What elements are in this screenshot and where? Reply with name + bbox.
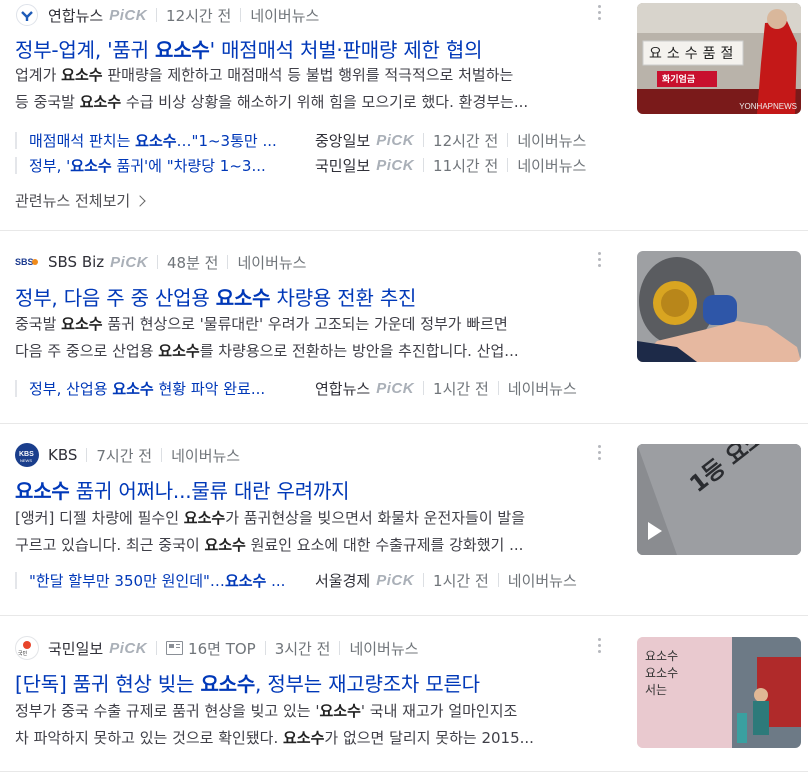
thumb-sign-text-2: 화기엄금 (662, 75, 696, 85)
divider (0, 423, 808, 424)
related-press-name[interactable]: 연합뉴스 (315, 378, 370, 399)
naver-news-link[interactable]: 네이버뉴스 (517, 130, 586, 151)
press-name[interactable]: SBS Biz (48, 253, 104, 271)
related-news-title[interactable]: 매점매석 판치는 요소수…"1~3통만 ... (29, 130, 301, 151)
press-logo-kmib[interactable]: 국민 (15, 636, 39, 660)
article-meta: 연합뉴스 PiCK 12시간 전 네이버뉴스 (15, 4, 319, 26)
related-news-title[interactable]: 정부, '요소수 품귀'에 "차량당 1~3... (29, 155, 301, 176)
article-time: 3시간 전 (274, 639, 331, 658)
related-time: 11시간 전 (433, 156, 499, 175)
svg-text:국민: 국민 (18, 650, 28, 657)
related-time: 1시간 전 (433, 571, 489, 590)
related-news-title[interactable]: "한달 할부만 350만 원인데"…요소수 ... (29, 570, 301, 591)
pick-badge: PiCK (376, 379, 415, 397)
related-news-title[interactable]: 정부, 산업용 요소수 현황 파악 완료... (29, 378, 301, 399)
article-thumbnail[interactable]: 1등 요소수 (637, 444, 801, 555)
related-press-name[interactable]: 중앙일보 (315, 130, 370, 151)
pick-badge: PiCK (109, 6, 148, 24)
naver-news-link[interactable]: 네이버뉴스 (349, 638, 418, 659)
divider (0, 771, 808, 772)
related-news-all-label: 관련뉴스 전체보기 (15, 192, 131, 210)
related-news-item[interactable]: "한달 할부만 350만 원인데"…요소수 ... 서울경제 PiCK 1시간 … (15, 567, 603, 593)
press-name[interactable]: 연합뉴스 (48, 5, 103, 26)
article-title[interactable]: 정부, 다음 주 중 산업용 요소수 차량용 전환 추진 (15, 282, 615, 311)
paper-position: 16면 TOP (188, 639, 256, 658)
pick-badge: PiCK (376, 571, 415, 589)
article-description[interactable]: 정부가 중국 수출 규제로 품귀 현상을 빚고 있는 '요소수' 국내 재고가 … (15, 698, 601, 752)
svg-text:KBS: KBS (19, 451, 34, 458)
related-news-all-link[interactable]: 관련뉴스 전체보기 (15, 190, 146, 211)
more-options-icon[interactable] (598, 445, 602, 460)
press-logo-yonhap[interactable] (15, 3, 39, 27)
article-description[interactable]: 업계가 요소수 판매량을 제한하고 매점매석 등 불법 행위를 적극적으로 처벌… (15, 62, 601, 116)
article-title[interactable]: 요소수 품귀 어쩌나...물류 대란 우려까지 (15, 475, 615, 504)
newspaper-icon (166, 641, 184, 655)
naver-news-link[interactable]: 네이버뉴스 (250, 5, 319, 26)
article-thumbnail[interactable] (637, 251, 801, 362)
related-news-item[interactable]: 정부, 산업용 요소수 현황 파악 완료... 연합뉴스 PiCK 1시간 전 … (15, 375, 603, 401)
thumb-text: 요소수 요소수 서는 (645, 649, 679, 697)
pick-badge: PiCK (109, 639, 148, 657)
more-options-icon[interactable] (598, 252, 602, 267)
naver-news-link[interactable]: 네이버뉴스 (508, 570, 577, 591)
more-options-icon[interactable] (598, 5, 602, 20)
play-icon[interactable] (648, 522, 662, 540)
more-options-icon[interactable] (598, 638, 602, 653)
article-time: 12시간 전 (166, 6, 232, 25)
article-title[interactable]: 정부-업계, '품귀 요소수' 매점매석 처벌·판매량 제한 협의 (15, 34, 615, 63)
related-time: 12시간 전 (433, 131, 499, 150)
divider (0, 615, 808, 616)
divider (240, 8, 242, 22)
article-meta: 국민 국민일보 PiCK 16면 TOP 3시간 전 네이버뉴스 (15, 636, 418, 660)
divider (156, 8, 158, 22)
naver-news-link[interactable]: 네이버뉴스 (517, 155, 586, 176)
svg-text:SBS: SBS (15, 257, 34, 267)
article-thumbnail[interactable]: 요소수 요소수 서는 (637, 637, 801, 748)
related-news-item[interactable]: 매점매석 판치는 요소수…"1~3통만 ... 중앙일보 PiCK 12시간 전… (15, 127, 603, 153)
naver-news-link[interactable]: 네이버뉴스 (171, 445, 240, 466)
naver-news-link[interactable]: 네이버뉴스 (508, 378, 577, 399)
article-thumbnail[interactable]: 요소수품절 화기엄금 YONHAPNEWS (637, 3, 801, 114)
pick-badge: PiCK (110, 253, 149, 271)
article-title[interactable]: [단독] 품귀 현상 빚는 요소수, 정부는 재고량조차 모른다 (15, 668, 615, 697)
article-description[interactable]: [앵커] 디젤 차량에 필수인 요소수가 품귀현상을 빚으면서 화물차 운전자들… (15, 505, 601, 559)
thumb-sign-text: 요소수품절 (649, 46, 739, 62)
press-logo-kbs[interactable]: KBS NEWS (15, 443, 39, 467)
related-time: 1시간 전 (433, 379, 489, 398)
related-news-item[interactable]: 정부, '요소수 품귀'에 "차량당 1~3... 국민일보 PiCK 11시간… (15, 152, 603, 178)
related-press-name[interactable]: 국민일보 (315, 155, 370, 176)
article-time: 7시간 전 (96, 446, 153, 465)
pick-badge: PiCK (376, 131, 415, 149)
article-meta: KBS NEWS KBS 7시간 전 네이버뉴스 (15, 443, 240, 467)
chevron-right-icon (134, 194, 146, 207)
divider (0, 230, 808, 231)
press-name[interactable]: KBS (48, 446, 77, 464)
naver-news-link[interactable]: 네이버뉴스 (237, 252, 306, 273)
related-press-name[interactable]: 서울경제 (315, 570, 370, 591)
article-time: 48분 전 (167, 253, 219, 272)
press-logo-sbs[interactable]: SBS (15, 250, 39, 274)
article-description[interactable]: 중국발 요소수 품귀 현상으로 '물류대란' 우려가 고조되는 가운데 정부가 … (15, 311, 601, 365)
svg-text:NEWS: NEWS (20, 458, 32, 463)
press-name[interactable]: 국민일보 (48, 638, 103, 659)
thumb-watermark: YONHAPNEWS (739, 102, 797, 111)
article-meta: SBS SBS Biz PiCK 48분 전 네이버뉴스 (15, 251, 307, 273)
pick-badge: PiCK (376, 156, 415, 174)
